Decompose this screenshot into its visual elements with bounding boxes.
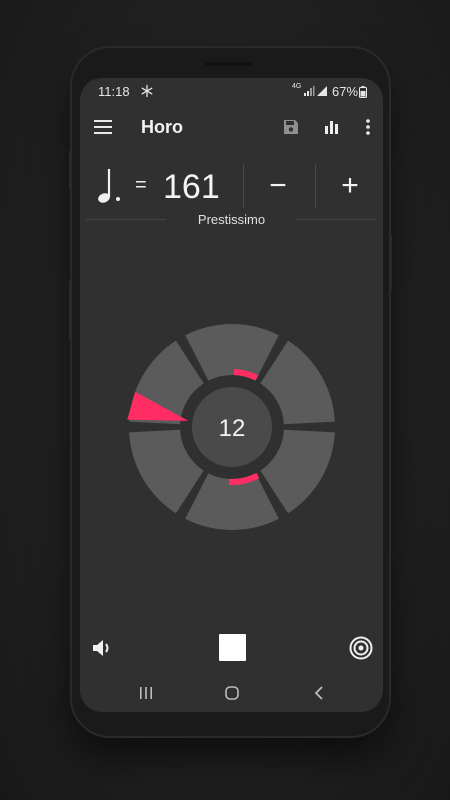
status-time: 11:18 — [98, 84, 130, 99]
app-screen: 11:18 4G 67% Horo = 161 − + Prestissimo … — [80, 78, 383, 712]
beat-segment[interactable] — [260, 429, 335, 514]
save-icon[interactable] — [280, 116, 302, 138]
beat-count-label: 12 — [219, 415, 246, 442]
bar-chart-icon[interactable] — [321, 116, 343, 138]
beat-segment[interactable] — [260, 340, 335, 425]
stop-button[interactable] — [219, 634, 246, 661]
decrease-bpm-button[interactable]: − — [258, 166, 298, 206]
phone-side-button — [389, 235, 392, 290]
dotted-quarter-note-icon[interactable] — [96, 166, 128, 206]
beat-segment[interactable] — [185, 324, 279, 381]
increase-bpm-button[interactable]: + — [330, 166, 370, 206]
app-title: Horo — [141, 117, 183, 137]
more-vert-icon[interactable] — [357, 116, 379, 138]
tempo-name: Prestissimo — [197, 212, 266, 227]
beat-wheel[interactable]: 12 — [127, 322, 337, 532]
bpm-value[interactable]: 161 — [163, 168, 220, 207]
menu-icon[interactable] — [92, 116, 114, 138]
equals-sign: = — [135, 174, 147, 196]
divider — [243, 164, 244, 208]
phone-side-button — [69, 280, 72, 340]
home-icon[interactable] — [221, 683, 243, 703]
wifi-icon — [316, 84, 328, 96]
battery-percent: 67% — [332, 84, 359, 99]
recents-icon[interactable] — [135, 683, 157, 703]
phone-side-button — [69, 150, 72, 190]
target-icon[interactable] — [348, 635, 374, 661]
network-label: 4G — [292, 83, 302, 90]
beat-segment[interactable] — [129, 429, 204, 514]
phone-speaker — [205, 62, 253, 66]
battery-icon — [359, 85, 367, 98]
back-icon[interactable] — [308, 683, 330, 703]
snowflake-icon — [140, 84, 154, 98]
divider — [315, 164, 316, 208]
volume-icon[interactable] — [90, 635, 116, 661]
signal-icon — [303, 84, 315, 96]
